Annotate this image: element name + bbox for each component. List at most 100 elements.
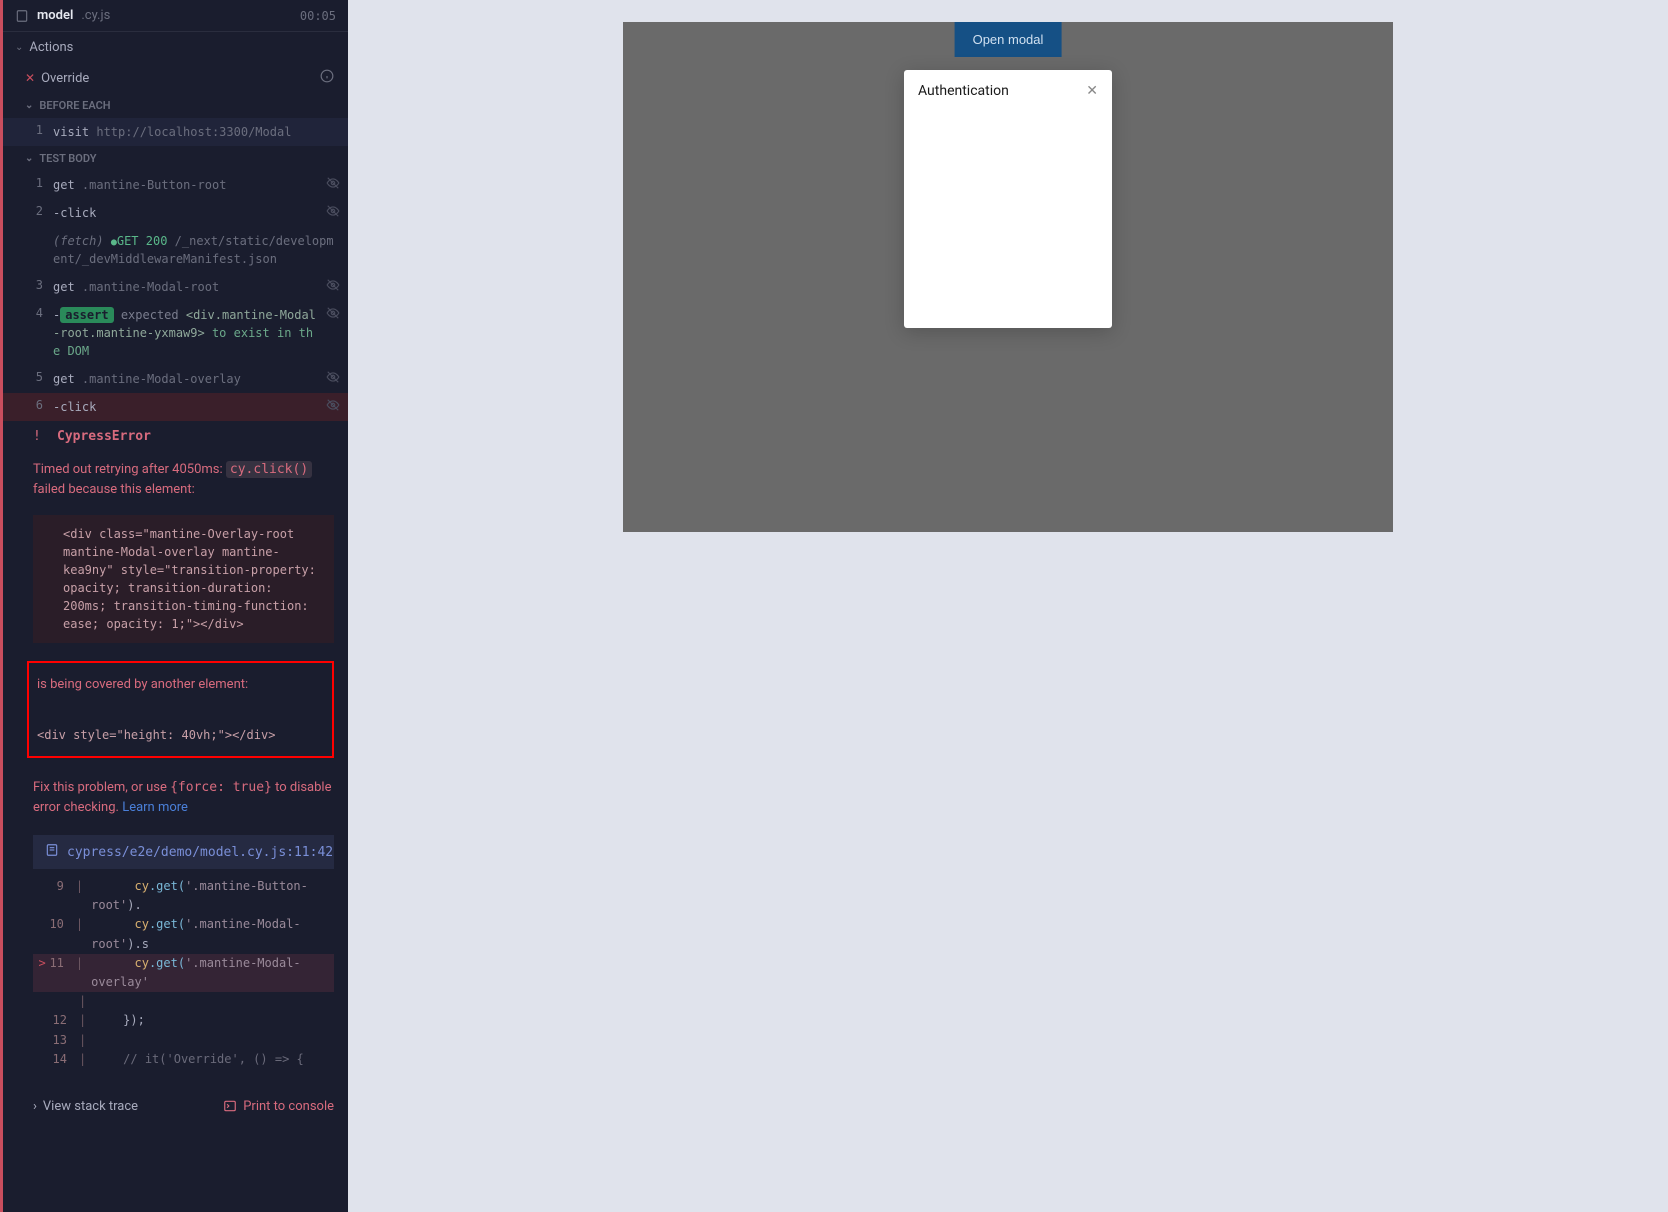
line-code	[94, 992, 123, 1011]
sidebar-header: model .cy.js 00:05	[3, 0, 348, 32]
command-keyword: -click	[53, 400, 96, 414]
command-row[interactable]: (fetch) ●GET 200 /_next/static/developme…	[3, 227, 348, 273]
covered-text: is being covered by another element:	[37, 677, 324, 710]
x-icon: ✕	[25, 71, 35, 85]
line-number: 10	[46, 915, 68, 953]
line-code: });	[94, 1011, 145, 1030]
modal-close-button[interactable]: ✕	[1086, 82, 1098, 99]
cypress-sidebar: model .cy.js 00:05 ⌄ Actions ✕ Override …	[0, 0, 348, 1212]
command-row[interactable]: 1 visit http://localhost:3300/Modal	[3, 118, 348, 146]
code-line: |	[33, 992, 334, 1011]
command-row[interactable]: 3 get .mantine-Modal-root	[3, 273, 348, 301]
app-preview: Open modal Authentication ✕	[348, 0, 1668, 1212]
error-mark: !	[33, 429, 47, 444]
line-marker	[33, 1050, 47, 1069]
chevron-right-icon: ›	[33, 1099, 37, 1114]
open-modal-button[interactable]: Open modal	[955, 22, 1062, 57]
chevron-down-icon: ⌄	[25, 100, 33, 111]
command-number: 1	[29, 123, 43, 137]
file-ext: .cy.js	[81, 8, 110, 23]
command-keyword: get	[53, 178, 75, 192]
command-keyword: get	[53, 280, 75, 294]
command-number: 1	[29, 176, 43, 190]
file-icon	[45, 843, 59, 861]
visibility-icon[interactable]	[326, 370, 340, 388]
actions-label: Actions	[29, 40, 73, 55]
command-number: 5	[29, 370, 43, 384]
before-each-label[interactable]: ⌄ BEFORE EACH	[3, 93, 348, 118]
line-number: 9	[46, 877, 68, 915]
covered-code: <div style="height: 40vh;"></div>	[37, 710, 324, 742]
command-number: 2	[29, 204, 43, 218]
line-code: cy.get('.mantine-Button-root').	[91, 877, 334, 915]
line-marker	[33, 915, 46, 953]
modal-header: Authentication ✕	[918, 82, 1098, 99]
line-code: cy.get('.mantine-Modal-overlay'	[91, 954, 334, 992]
error-message: Timed out retrying after 4050ms: cy.clic…	[3, 452, 348, 507]
print-to-console-button[interactable]: Print to console	[223, 1099, 334, 1114]
line-marker	[33, 877, 46, 915]
visibility-icon[interactable]	[326, 398, 340, 416]
line-code: // it('Override', () => {	[94, 1050, 304, 1069]
error-file-location[interactable]: cypress/e2e/demo/model.cy.js:11:42	[33, 835, 334, 869]
close-icon: ✕	[1086, 82, 1098, 98]
line-marker	[33, 1011, 47, 1030]
preview-viewport[interactable]: Open modal Authentication ✕	[623, 22, 1393, 532]
code-line: 14| // it('Override', () => {	[33, 1050, 334, 1069]
error-title: CypressError	[57, 429, 151, 444]
command-arg: .mantine-Button-root	[82, 178, 227, 192]
command-keyword: -click	[53, 206, 96, 220]
modal-title: Authentication	[918, 83, 1009, 99]
line-marker: >	[33, 954, 46, 992]
fix-text: Fix this problem, or use {force: true} t…	[3, 768, 348, 827]
override-row[interactable]: ✕ Override	[3, 63, 348, 93]
view-stack-trace-button[interactable]: › View stack trace	[33, 1099, 138, 1114]
command-arg: http://localhost:3300/Modal	[96, 125, 291, 139]
visibility-icon[interactable]	[326, 204, 340, 222]
command-row[interactable]: 1 get .mantine-Button-root	[3, 171, 348, 199]
command-row[interactable]: 2 -click	[3, 199, 348, 227]
line-number: 14	[47, 1050, 71, 1069]
code-line: 13|	[33, 1031, 334, 1050]
command-keyword: get	[53, 372, 75, 386]
line-marker	[33, 992, 47, 1011]
modal-dialog: Authentication ✕	[904, 70, 1112, 328]
command-number: 6	[29, 398, 43, 412]
highlight-box: is being covered by another element: <di…	[27, 661, 334, 758]
test-timer: 00:05	[300, 9, 336, 23]
fetch-status: GET 200	[117, 234, 168, 248]
file-name: model	[37, 8, 73, 23]
command-keyword: visit	[53, 125, 89, 139]
error-code-lines: 9| cy.get('.mantine-Button-root').10| cy…	[33, 877, 334, 1069]
file-icon	[15, 9, 29, 23]
learn-more-link[interactable]: Learn more	[122, 800, 188, 815]
line-number: 12	[47, 1011, 71, 1030]
command-arg: .mantine-Modal-root	[82, 280, 219, 294]
command-row[interactable]: 4-assert expected <div.mantine-Modal-roo…	[3, 301, 348, 365]
override-label: Override	[41, 71, 89, 86]
visibility-icon[interactable]	[326, 176, 340, 194]
command-row[interactable]: 6 -click	[3, 393, 348, 421]
line-number	[47, 992, 71, 1011]
error-element-code: <div class="mantine-Overlay-root mantine…	[33, 515, 334, 643]
test-body-label[interactable]: ⌄ TEST BODY	[3, 146, 348, 171]
assert-badge: assert	[60, 307, 113, 323]
line-number: 11	[46, 954, 68, 992]
command-arg: .mantine-Modal-overlay	[82, 372, 241, 386]
command-number: 3	[29, 278, 43, 292]
actions-header[interactable]: ⌄ Actions	[3, 32, 348, 63]
chevron-down-icon: ⌄	[15, 42, 23, 53]
command-row[interactable]: 5 get .mantine-Modal-overlay	[3, 365, 348, 393]
code-line: 12| });	[33, 1011, 334, 1030]
terminal-icon	[223, 1099, 237, 1113]
info-icon[interactable]	[320, 69, 334, 87]
assert-expected: expected	[121, 308, 179, 322]
fetch-label: (fetch)	[53, 234, 104, 248]
chevron-down-icon: ⌄	[25, 153, 33, 164]
error-footer: › View stack trace Print to console	[3, 1085, 348, 1128]
line-code: cy.get('.mantine-Modal-root').s	[91, 915, 334, 953]
command-number: 4	[29, 306, 43, 320]
visibility-icon[interactable]	[326, 278, 340, 296]
visibility-icon[interactable]	[326, 306, 340, 324]
line-number: 13	[47, 1031, 71, 1050]
